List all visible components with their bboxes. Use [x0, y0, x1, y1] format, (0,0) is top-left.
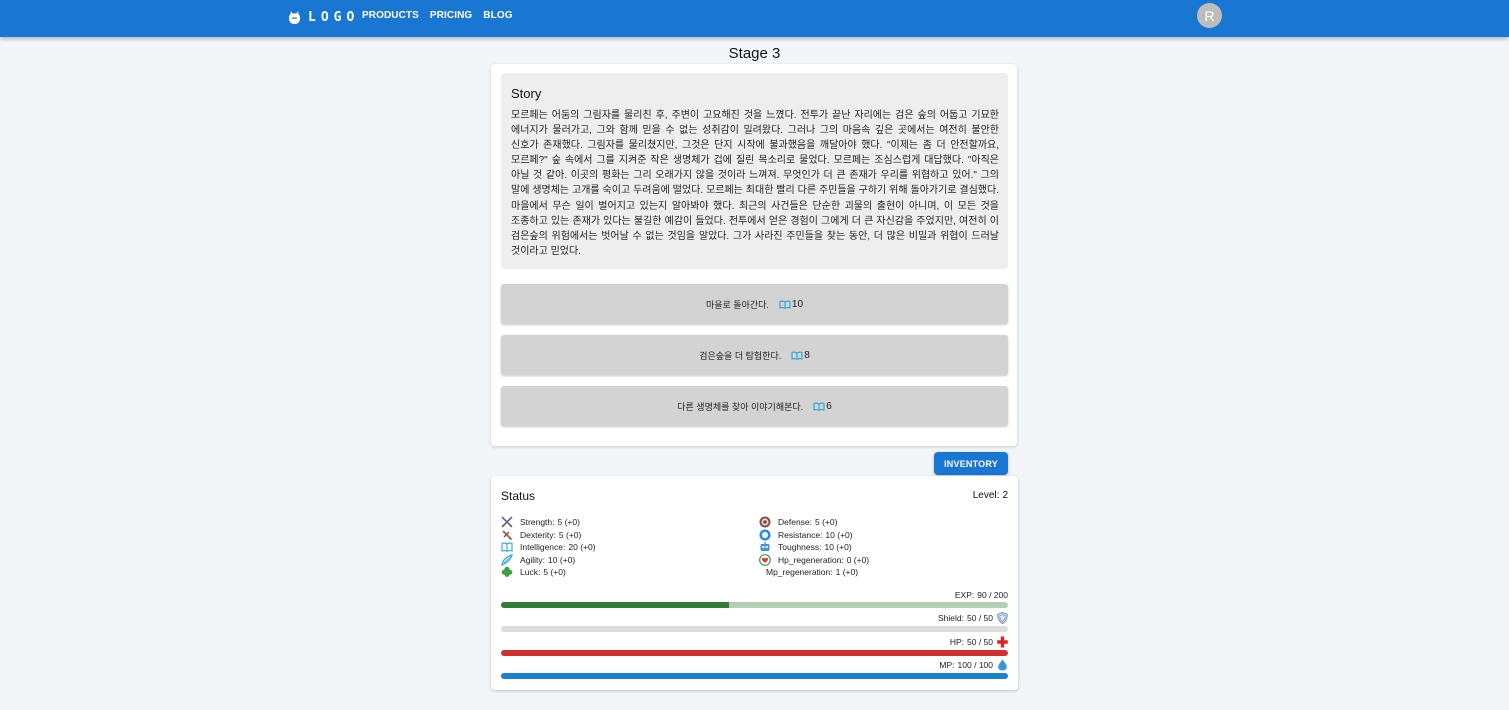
stat-value: 10 (+0): [825, 530, 853, 540]
crossed-swords-icon: [501, 516, 513, 528]
status-card: Status Level: 2 Strength: 5 (+0) Dexterit…: [491, 476, 1018, 690]
stat-name: Hp_regeneration:: [778, 555, 844, 565]
clover-icon: [501, 566, 513, 577]
stat-value: 5 (+0): [543, 567, 566, 577]
status-title: Status: [501, 489, 536, 503]
level-display: Level: 2: [973, 490, 1008, 501]
choice-label: 다른 생명체를 찾아 이야기해본다.: [677, 401, 804, 412]
stat-agility: Agility: 10 (+0): [501, 554, 575, 566]
heart-regen-icon: [759, 554, 771, 566]
stat-value: 10 (+0): [824, 542, 852, 552]
app-bar: LOGO PRODUCTS PRICING BLOG R: [0, 0, 1509, 37]
exp-bar: [501, 602, 1008, 608]
hp-label-text: HP:: [949, 637, 964, 647]
hp-bar: [501, 650, 1008, 656]
stat-mp-regeneration: Mp_regeneration: 1 (+0): [766, 566, 858, 578]
choice-label: 마을로 돌아간다.: [705, 299, 769, 310]
shield-bar-fill: [501, 626, 1008, 632]
stat-intelligence: Intelligence: 20 (+0): [501, 541, 596, 553]
mp-label: MP: 100 / 100: [939, 659, 1008, 671]
mp-bar: [501, 673, 1008, 679]
stat-value: 5 (+0): [557, 517, 580, 527]
stat-name: Defense:: [778, 517, 813, 527]
target-shield-icon: [759, 516, 771, 528]
stat-value: 0 (+0): [846, 555, 870, 565]
water-drop-icon: [998, 659, 1007, 671]
mp-label-text: MP:: [939, 660, 955, 670]
stat-name: Toughness:: [778, 542, 822, 552]
exp-value: 90 / 200: [977, 590, 1008, 600]
stat-name: Dexterity:: [520, 530, 556, 540]
choice-cost-value: 10: [791, 298, 804, 310]
choice-cost-value: 8: [804, 349, 810, 361]
stat-resistance: Resistance: 10 (+0): [759, 529, 853, 541]
shield-bar: [501, 626, 1008, 632]
main-nav: PRODUCTS PRICING BLOG: [362, 10, 513, 21]
stat-defense: Defense: 5 (+0): [759, 516, 837, 528]
stat-strength: Strength: 5 (+0): [501, 516, 580, 528]
shield-icon: [997, 612, 1008, 624]
choice-button-1[interactable]: 마을로 돌아간다. 10: [501, 284, 1008, 324]
robot-icon: [760, 541, 770, 551]
avatar[interactable]: R: [1197, 3, 1222, 28]
stat-name: Strength:: [520, 517, 555, 527]
red-cross-icon: [997, 636, 1008, 648]
nav-blog[interactable]: BLOG: [483, 10, 512, 21]
choice-cost: 8: [791, 350, 810, 361]
logo-text: LOGO: [308, 9, 360, 25]
stat-name: Agility:: [520, 555, 546, 565]
shield-label-text: Shield:: [938, 613, 964, 623]
nav-products[interactable]: PRODUCTS: [362, 10, 419, 21]
stat-name: Intelligence:: [520, 542, 566, 552]
mp-value: 100 / 100: [957, 660, 993, 670]
mp-bar-fill: [501, 673, 1008, 679]
hp-bar-fill: [501, 650, 1008, 656]
stat-name: Luck:: [520, 567, 541, 577]
hp-value: 50 / 50: [967, 637, 993, 647]
stat-value: 1 (+0): [835, 567, 859, 577]
exp-bar-fill: [501, 602, 730, 608]
stage-title: Stage 3: [728, 45, 781, 62]
book-icon: [791, 351, 803, 360]
stat-value: 5 (+0): [815, 517, 838, 527]
choice-cost: 6: [813, 401, 832, 412]
stat-name: Mp_regeneration:: [766, 567, 833, 577]
stat-luck: Luck: 5 (+0): [501, 566, 566, 578]
choice-cost: 10: [779, 299, 803, 310]
wing-icon: [501, 554, 513, 566]
story-text: 모르페는 어둠의 그림자를 물리친 후, 주변이 고요해진 것을 느꼈다. 전투…: [511, 110, 999, 257]
stat-value: 5 (+0): [558, 530, 582, 540]
book-icon: [779, 300, 791, 309]
choice-label: 검은숲을 더 탐험한다.: [699, 350, 782, 361]
story-card: Story 모르페는 어둠의 그림자를 물리친 후, 주변이 고요해진 것을 느…: [491, 64, 1017, 446]
choice-button-3[interactable]: 다른 생명체를 찾아 이야기해본다. 6: [501, 386, 1008, 426]
level-value: 2: [1002, 490, 1008, 501]
story-title: Story: [511, 86, 542, 101]
story-box: Story 모르페는 어둠의 그림자를 물리친 후, 주변이 고요해진 것을 느…: [501, 73, 1008, 269]
choice-cost-value: 6: [826, 400, 832, 412]
book-icon: [813, 402, 825, 411]
stat-hp-regeneration: Hp_regeneration: 0 (+0): [759, 554, 869, 566]
stat-name: Resistance:: [778, 530, 823, 540]
exp-label-text: EXP:: [954, 590, 975, 600]
level-label: Level:: [972, 490, 1000, 501]
shield-label: Shield: 50 / 50: [938, 612, 1008, 624]
stat-value: 10 (+0): [548, 555, 576, 565]
inventory-button[interactable]: INVENTORY: [934, 452, 1008, 475]
stat-value: 20 (+0): [568, 542, 596, 552]
stat-dexterity: Dexterity: 5 (+0): [501, 529, 581, 541]
logo-icon: [289, 10, 300, 24]
exp-label: EXP: 90 / 200: [955, 590, 1008, 600]
logo[interactable]: LOGO: [289, 9, 359, 25]
shield-value: 50 / 50: [967, 613, 993, 623]
nav-pricing[interactable]: PRICING: [430, 10, 472, 21]
dagger-icon: [502, 530, 512, 540]
stat-toughness: Toughness: 10 (+0): [759, 541, 852, 553]
book-icon: [501, 542, 513, 552]
orb-icon: [759, 529, 771, 541]
hp-label: HP: 50 / 50: [950, 636, 1008, 648]
choice-button-2[interactable]: 검은숲을 더 탐험한다. 8: [501, 335, 1008, 375]
